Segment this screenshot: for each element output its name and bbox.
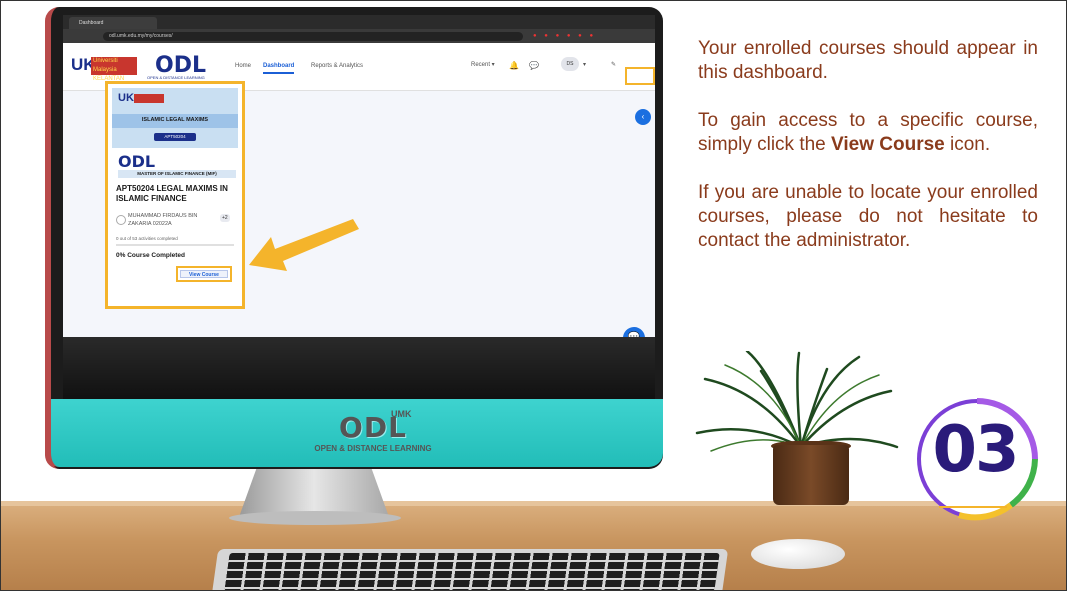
browser-tab-strip: Dashboard (63, 15, 655, 29)
card-activities: 0 out of 53 activities completed (116, 236, 178, 241)
chevron-down-icon[interactable]: ▾ (583, 61, 586, 68)
bell-icon[interactable]: 🔔 (509, 61, 519, 70)
lecturer-avatar (116, 215, 126, 225)
card-image-logo-name (134, 94, 164, 103)
odl-logo[interactable]: ODL OPEN & DISTANCE LEARNING (147, 51, 219, 83)
chin-logo-tag: UMK (391, 409, 412, 419)
highlight-box-topright (625, 67, 655, 85)
card-image-title: ISLAMIC LEGAL MAXIMS (141, 117, 209, 123)
browser-toolbar: odl.umk.edu.my/my/courses/ ● ● ● ● ● ● (63, 29, 655, 43)
extension-icons: ● ● ● ● ● ● (533, 33, 597, 39)
drawer-toggle-icon[interactable]: ‹ (635, 109, 651, 125)
message-icon[interactable]: 💬 (529, 61, 539, 70)
monitor-stand (239, 467, 389, 517)
monitor-stand-base (229, 511, 401, 525)
screen-lower-area (63, 337, 655, 399)
card-program: MASTER OF ISLAMIC FINANCE (MIF) (118, 170, 236, 178)
arrow-pointer-icon (249, 219, 359, 271)
card-completion: 0% Course Completed (116, 252, 185, 259)
plant-pot (773, 445, 849, 505)
step-number: 03 (932, 413, 1019, 487)
instruction-p2-end: icon. (944, 134, 991, 155)
card-lecturer: MUHAMMAD FIRDAUS BIN ZAKARIA 02022A (128, 213, 198, 227)
instruction-p2-bold: View Course (831, 134, 945, 155)
card-course-name[interactable]: APT50204 LEGAL MAXIMS IN ISLAMIC FINANCE (116, 184, 240, 204)
card-more-lecturers[interactable]: +2 (220, 214, 230, 222)
view-course-highlight: View Course (176, 266, 232, 282)
card-progress-bar (116, 244, 234, 246)
umk-logo-name: Universiti Malaysia KELANTAN (91, 57, 137, 82)
course-card[interactable]: UK ISLAMIC LEGAL MAXIMS APT50204 ODL MAS… (105, 81, 245, 309)
recent-label: Recent (471, 62, 491, 68)
umk-logo[interactable]: UK Universiti Malaysia KELANTAN (71, 53, 139, 82)
browser-tab[interactable]: Dashboard (69, 17, 157, 29)
mouse (751, 539, 845, 569)
instruction-paragraph-3: If you are unable to locate your enrolle… (698, 182, 1038, 251)
monitor-screen: Dashboard odl.umk.edu.my/my/courses/ ● ●… (63, 15, 655, 399)
course-card-image: UK ISLAMIC LEGAL MAXIMS APT50204 (112, 88, 238, 148)
recent-dropdown[interactable]: Recent ▾ (471, 61, 495, 68)
nav-dashboard[interactable]: Dashboard (263, 63, 295, 74)
odl-logo-subtitle: OPEN & DISTANCE LEARNING (147, 75, 205, 80)
instruction-paragraph-1: Your enrolled courses should appear in t… (698, 38, 1038, 83)
instructions-text: Your enrolled courses should appear in t… (698, 37, 1038, 277)
chin-logo-text: ODL (339, 411, 407, 444)
card-odl-logo: ODL (118, 152, 156, 171)
card-image-logo: UK (118, 92, 134, 104)
card-image-code: APT50204 (154, 133, 196, 141)
keyboard-key-rows (224, 553, 720, 590)
nav-reports[interactable]: Reports & Analytics (311, 63, 363, 69)
chin-logo-subtitle: OPEN & DISTANCE LEARNING (314, 444, 432, 453)
view-course-button[interactable]: View Course (180, 270, 228, 278)
slide: UMK ODL OPEN & DISTANCE LEARNING Dashboa… (0, 0, 1067, 591)
edit-mode-icon[interactable]: ✎ (611, 61, 616, 68)
user-avatar[interactable]: DS (561, 57, 579, 71)
chin-odl-logo: UMK ODL OPEN & DISTANCE LEARNING (313, 409, 433, 459)
nav-home[interactable]: Home (235, 63, 251, 69)
instruction-paragraph-2: To gain access to a specific course, sim… (698, 109, 1038, 157)
address-bar[interactable]: odl.umk.edu.my/my/courses/ (103, 32, 523, 41)
